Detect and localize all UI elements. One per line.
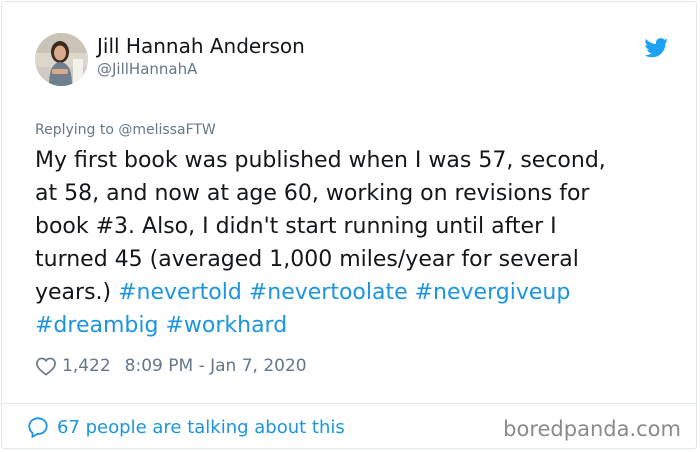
tweet-text-segment: book #3. Also, I didn't start running un… — [35, 214, 557, 239]
twitter-bird-icon[interactable] — [644, 38, 669, 58]
avatar-image — [35, 33, 88, 86]
hashtag-link[interactable]: #nevertold — [118, 280, 242, 305]
hashtag-link[interactable]: #nevertoolate — [249, 280, 408, 305]
tweet-text-segment: My first book was published when I was 5… — [35, 148, 606, 173]
tweet-text-line: #dreambig #workhard — [35, 309, 675, 342]
hashtag-link[interactable]: #dreambig — [35, 313, 158, 338]
heart-icon[interactable] — [35, 356, 57, 376]
tweet-text-line: book #3. Also, I didn't start running un… — [35, 210, 675, 243]
watermark: boredpanda.com — [503, 417, 681, 441]
speech-bubble-icon — [28, 417, 48, 438]
author-name[interactable]: Jill Hannah Anderson — [97, 34, 305, 58]
hashtag-link[interactable]: #workhard — [165, 313, 287, 338]
tweet-text: My first book was published when I was 5… — [35, 144, 675, 342]
avatar[interactable] — [35, 33, 88, 86]
tweet-text-line: years.) #nevertold #nevertoolate #neverg… — [35, 276, 675, 309]
tweet-meta: 1,422 8:09 PM - Jan 7, 2020 — [35, 354, 307, 378]
tweet-timestamp[interactable]: 8:09 PM - Jan 7, 2020 — [125, 356, 307, 376]
conversation-link[interactable]: 67 people are talking about this — [27, 416, 345, 438]
hashtag-link[interactable]: #nevergiveup — [415, 280, 571, 305]
tweet-text-segment — [242, 280, 249, 305]
tweet-text-line: My first book was published when I was 5… — [35, 144, 675, 177]
divider — [2, 403, 696, 404]
tweet-text-segment: turned 45 (averaged 1,000 miles/year for… — [35, 247, 579, 272]
author-handle[interactable]: @JillHannahA — [97, 60, 197, 78]
tweet-text-segment: at 58, and now at age 60, working on rev… — [35, 181, 590, 206]
reply-context[interactable]: Replying to @melissaFTW — [35, 122, 216, 138]
tweet-text-line: turned 45 (averaged 1,000 miles/year for… — [35, 243, 675, 276]
tweet-text-line: at 58, and now at age 60, working on rev… — [35, 177, 675, 210]
conversation-label: 67 people are talking about this — [57, 416, 345, 438]
tweet-text-segment — [408, 280, 415, 305]
like-count[interactable]: 1,422 — [62, 356, 111, 376]
tweet-card: Jill Hannah Anderson @JillHannahA Replyi… — [1, 1, 697, 449]
tweet-text-segment: years.) — [35, 280, 119, 305]
